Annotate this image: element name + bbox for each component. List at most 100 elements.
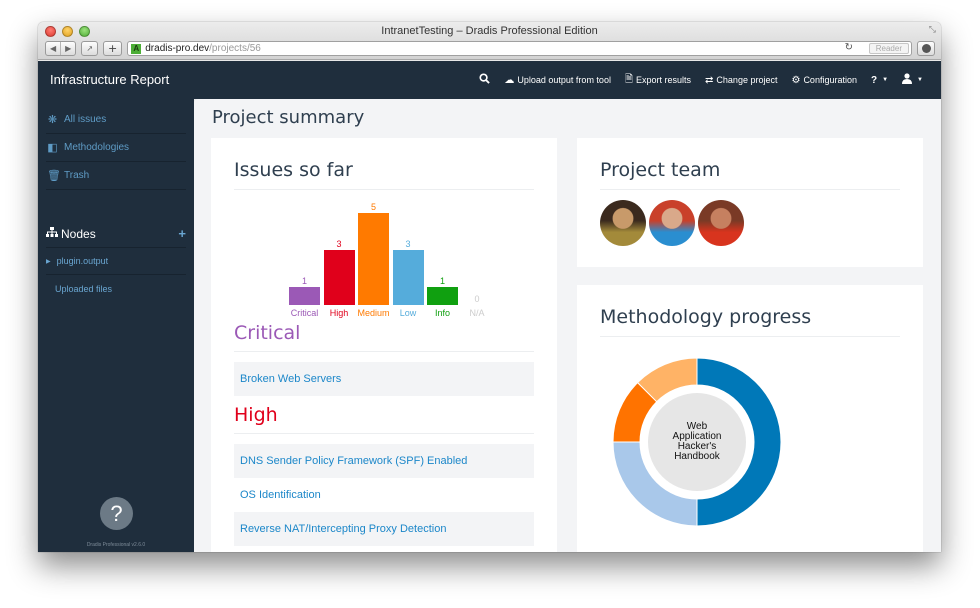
upload-output-button[interactable]: ☁ Upload output from tool — [504, 75, 611, 86]
node-label: Uploaded files — [55, 283, 113, 294]
cloud-upload-icon: ☁ — [504, 74, 515, 86]
plus-icon: + — [108, 42, 118, 55]
expand-caret-icon[interactable]: ▶ — [46, 258, 51, 265]
bar-category-label: Medium — [357, 308, 390, 318]
node-item-uploaded-files[interactable]: Uploaded files — [46, 275, 186, 302]
window-title: IntranetTesting – Dradis Professional Ed… — [381, 25, 598, 37]
bar-value-label: 5 — [370, 202, 376, 212]
trash-icon: 🗑 — [47, 170, 61, 182]
board-icon: ◧ — [47, 142, 58, 154]
project-team-card: Project team — [577, 138, 923, 267]
fullscreen-icon[interactable]: ⤡ — [929, 25, 936, 35]
browser-window: IntranetTesting – Dradis Professional Ed… — [38, 22, 941, 552]
new-tab-button[interactable]: + — [103, 41, 123, 56]
methodology-donut-chart: Web Application Hacker's Handbook — [612, 357, 782, 527]
configuration-button[interactable]: ⚙ Configuration — [791, 75, 857, 86]
share-icon: ↗ — [86, 44, 94, 53]
bar-critical[interactable] — [289, 286, 320, 305]
search-icon — [479, 73, 491, 87]
issues-bar-chart: 1 Critical 3 High 5 Medium 3 Low 1 Info 0 N/A — [234, 190, 534, 318]
sidebar: ❋ All issues ◧ Methodologies 🗑 Trash Nod… — [38, 99, 194, 552]
sidebar-item-label: All issues — [64, 114, 107, 125]
bar-high[interactable] — [323, 249, 355, 305]
issues-card-title: Issues so far — [234, 138, 534, 190]
node-item-plugin-output[interactable]: ▶ plugin.output — [46, 248, 186, 275]
bar-value-label: 1 — [301, 275, 307, 286]
nodes-label: Nodes — [61, 226, 96, 241]
site-favicon-icon: A — [131, 43, 142, 54]
avatar[interactable] — [698, 200, 744, 246]
bar-category-label: High — [329, 308, 349, 318]
bar-category-label: Critical — [290, 308, 319, 318]
search-button[interactable] — [479, 73, 491, 87]
add-node-button[interactable]: + — [178, 226, 186, 241]
bar-value-label: 3 — [336, 238, 342, 249]
export-results-label: Export results — [636, 75, 692, 85]
downloads-icon — [921, 44, 931, 53]
node-label: plugin.output — [56, 256, 109, 266]
sidebar-item-label: Methodologies — [64, 142, 130, 153]
issue-link[interactable]: DNS Sender Policy Framework (SPF) Enable… — [234, 444, 534, 478]
change-project-button[interactable]: ⇄ Change project — [705, 75, 777, 86]
sidebar-item-methodologies[interactable]: ◧ Methodologies — [46, 134, 186, 162]
user-icon — [902, 73, 913, 87]
team-avatars — [600, 200, 900, 246]
top-navbar: Infrastructure Report ☁ Upload output fr… — [38, 61, 941, 99]
bar-value-label: 3 — [405, 238, 411, 249]
help-button[interactable]: ? — [100, 497, 133, 530]
url-host: dradis-pro.dev — [145, 43, 210, 54]
bar-info[interactable] — [427, 286, 458, 305]
back-forward-buttons: ◀ ▶ — [45, 41, 77, 56]
user-dropdown[interactable]: ▼ — [902, 73, 923, 87]
project-brand[interactable]: Infrastructure Report — [50, 72, 169, 87]
help-dropdown[interactable]: ? ▼ — [871, 75, 888, 86]
sidebar-item-label: Trash — [64, 170, 90, 181]
share-button[interactable]: ↗ — [81, 41, 99, 56]
avatar[interactable] — [600, 200, 646, 246]
export-results-button[interactable]: 🗎 Export results — [625, 72, 691, 89]
project-team-title: Project team — [600, 138, 900, 190]
caret-down-icon: ▼ — [917, 77, 923, 83]
issue-link[interactable]: Broken Web Servers — [234, 362, 534, 396]
bar-category-label: Info — [434, 308, 450, 318]
downloads-button[interactable] — [917, 41, 935, 56]
main-content: Project summary Issues so far 1 Critical 3… — [194, 99, 941, 552]
browser-titlebar: IntranetTesting – Dradis Professional Ed… — [38, 22, 941, 60]
version-label: Dradis Professional v2.6.0 — [86, 542, 146, 548]
donut-center-label[interactable]: Web Application Hacker's Handbook — [612, 357, 782, 527]
address-bar[interactable]: A dradis-pro.dev/projects/56 ↻ Reader — [127, 41, 912, 56]
shuffle-icon: ⇄ — [705, 74, 714, 86]
issue-link[interactable]: OS Identification — [234, 478, 534, 512]
bar-category-label: Low — [399, 308, 417, 318]
question-icon: ? — [870, 74, 878, 86]
reload-icon[interactable]: ↻ — [845, 42, 853, 53]
upload-output-label: Upload output from tool — [517, 75, 611, 85]
sidebar-item-all-issues[interactable]: ❋ All issues — [46, 106, 186, 134]
file-icon: 🗎 — [624, 73, 633, 85]
bar-medium[interactable] — [358, 213, 389, 305]
issues-card: Issues so far 1 Critical 3 High 5 Medium 3 Low 1… — [211, 138, 557, 552]
issue-link[interactable]: Reverse NAT/Intercepting Proxy Detection — [234, 512, 534, 546]
url-path: /projects/56 — [209, 43, 261, 54]
bar-value-label: 0 — [474, 294, 480, 304]
bar-low[interactable] — [392, 249, 424, 305]
change-project-label: Change project — [716, 75, 778, 85]
severity-heading-high: High — [234, 400, 534, 434]
sitemap-icon — [46, 227, 58, 240]
navbar-actions: ☁ Upload output from tool 🗎 Export resul… — [479, 61, 923, 99]
nodes-header: Nodes + — [46, 220, 186, 248]
methodology-progress-title: Methodology progress — [600, 285, 900, 337]
browser-toolbar: ◀ ▶ ↗ + A dradis-pro.dev/projects/56 ↻ R… — [45, 40, 935, 57]
bar-category-label: N/A — [469, 308, 485, 318]
page-title: Project summary — [212, 107, 365, 128]
reader-button[interactable]: Reader — [868, 43, 909, 54]
back-button[interactable]: ◀ — [46, 42, 60, 55]
sidebar-item-trash[interactable]: 🗑 Trash — [46, 162, 186, 190]
methodology-progress-card: Methodology progress Web Application Hac… — [577, 285, 923, 552]
forward-button[interactable]: ▶ — [60, 42, 75, 55]
avatar[interactable] — [649, 200, 695, 246]
high-issues-list: DNS Sender Policy Framework (SPF) Enable… — [211, 444, 557, 546]
caret-down-icon: ▼ — [882, 77, 889, 83]
configuration-label: Configuration — [803, 75, 857, 85]
severity-heading-critical: Critical — [234, 318, 534, 352]
